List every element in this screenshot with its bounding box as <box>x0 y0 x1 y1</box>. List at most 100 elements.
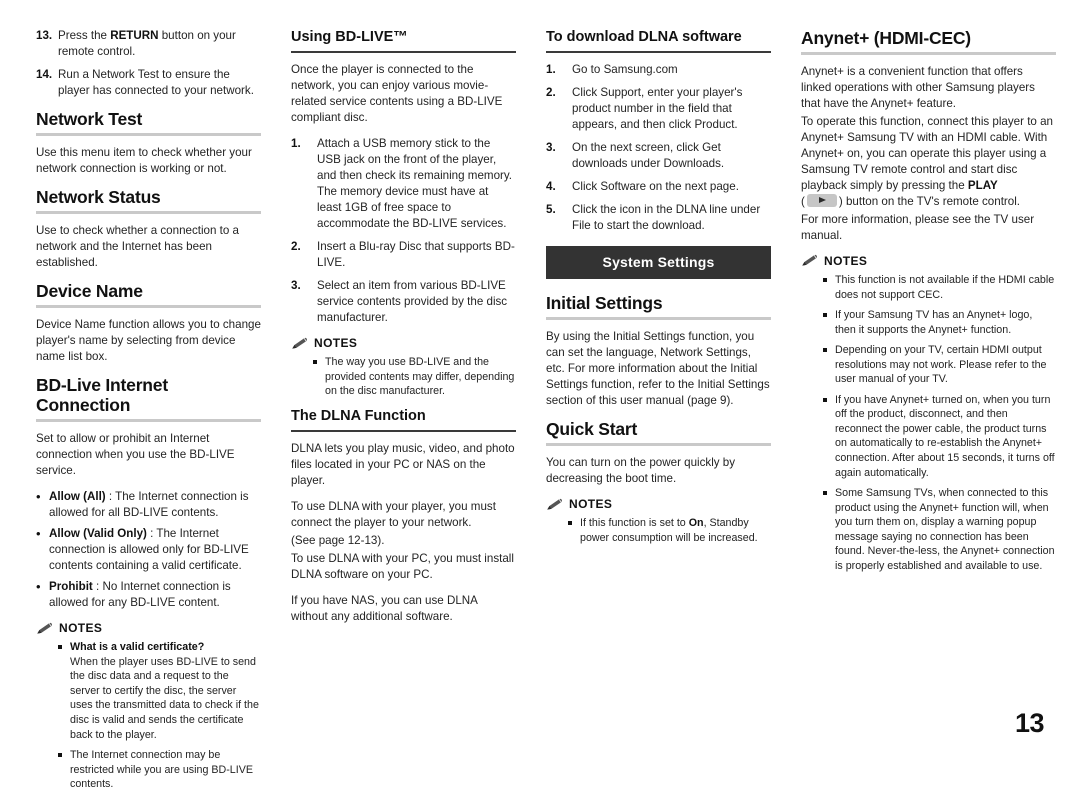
list-item: Depending on your TV, certain HDMI outpu… <box>823 343 1056 387</box>
list-item: 1. Attach a USB memory stick to the USB … <box>291 136 516 232</box>
heading-download-dlna-software: To download DLNA software <box>546 29 742 45</box>
step-number: 5. <box>546 203 556 217</box>
continued-steps-list: 13. Press the RETURN button on your remo… <box>36 28 261 99</box>
step-number: 13. <box>36 29 53 42</box>
notes-title: NOTES <box>59 621 103 636</box>
notes-block: NOTES This function is not available if … <box>801 254 1056 573</box>
column-container: 13. Press the RETURN button on your remo… <box>36 28 1056 800</box>
column-2: Using BD-LIVE™ Once the player is connec… <box>291 28 546 635</box>
bd-live-body: Set to allow or prohibit an Internet con… <box>36 432 235 478</box>
pencil-icon <box>37 622 52 634</box>
note-bold-lead: What is a valid certificate? <box>70 641 205 654</box>
note-text: When the player uses BD-LIVE to send the… <box>70 655 259 741</box>
list-item: 1. Go to Samsung.com <box>546 62 771 78</box>
list-item: 2. Click Support, enter your player's pr… <box>546 85 771 133</box>
list-item: 13. Press the RETURN button on your remo… <box>36 28 261 60</box>
anynet-para-3: For more information, please see the TV … <box>801 212 1035 242</box>
note-text: The way you use BD-LIVE and the provided… <box>325 356 515 398</box>
heading-initial-settings: Initial Settings <box>546 293 663 314</box>
dlna-para-4: To use DLNA with your PC, you must insta… <box>291 552 514 582</box>
heading-rule <box>36 211 261 215</box>
notes-header: NOTES <box>801 254 1056 268</box>
heading-network-status: Network Status <box>36 187 161 208</box>
list-item: 5. Click the icon in the DLNA line under… <box>546 202 771 234</box>
option-label: Allow (Valid Only) <box>49 527 147 541</box>
heading-anynet-hdmi-cec: Anynet+ (HDMI-CEC) <box>801 28 971 48</box>
heading-rule <box>801 52 1056 56</box>
heading-rule <box>546 443 771 447</box>
heading-rule <box>546 317 771 321</box>
anynet-para-1: Anynet+ is a convenient function that of… <box>801 65 1035 111</box>
pencil-icon <box>802 255 817 267</box>
heading-device-name: Device Name <box>36 281 143 302</box>
heading-rule <box>291 430 516 433</box>
using-bd-live-body: Once the player is connected to the netw… <box>291 63 503 125</box>
step-number: 1. <box>291 137 301 151</box>
column-1: 13. Press the RETURN button on your remo… <box>36 28 291 800</box>
network-test-body: Use this menu item to check whether your… <box>36 146 252 176</box>
list-item: 3. Select an item from various BD-LIVE s… <box>291 278 516 326</box>
anynet-para-2-post: ) button on the TV's remote control. <box>838 195 1021 208</box>
initial-settings-body: By using the Initial Settings function, … <box>546 330 770 408</box>
download-dlna-steps: 1. Go to Samsung.com 2. Click Support, e… <box>546 62 771 234</box>
step-text: Click Software on the next page. <box>572 180 739 194</box>
heading-network-test: Network Test <box>36 108 143 129</box>
note-text: Depending on your TV, certain HDMI outpu… <box>835 344 1047 386</box>
step-number: 1. <box>546 63 556 77</box>
step-number: 2. <box>291 240 301 254</box>
quick-start-body: You can turn on the power quickly by dec… <box>546 456 736 486</box>
page-number: 13 <box>1014 708 1045 738</box>
anynet-paren-open: ( <box>801 195 805 208</box>
note-text: If your Samsung TV has an Anynet+ logo, … <box>835 309 1033 336</box>
step-text: Insert a Blu-ray Disc that supports BD-L… <box>317 240 515 270</box>
heading-using-bd-live: Using BD-LIVE™ <box>291 29 408 45</box>
notes-header: NOTES <box>291 336 516 350</box>
note-text-pre: If this function is set to <box>580 517 689 530</box>
step-number: 4. <box>546 180 556 194</box>
pencil-icon <box>547 498 562 510</box>
step-text: Select an item from various BD-LIVE serv… <box>317 279 508 325</box>
heading-dlna-function-wrap: The DLNA Function <box>291 407 516 433</box>
dlna-para-2: To use DLNA with your player, you must c… <box>291 500 496 530</box>
list-item: Allow (Valid Only) : The Internet connec… <box>36 525 261 574</box>
anynet-para-2-pre: To operate this function, connect this p… <box>801 115 1053 193</box>
anynet-para-2: To operate this function, connect this p… <box>801 114 1056 210</box>
play-button-key-icon <box>806 194 837 207</box>
heading-using-bd-live-wrap: Using BD-LIVE™ <box>291 28 516 54</box>
note-text: The Internet connection may be restricte… <box>70 749 253 791</box>
column-4: Anynet+ (HDMI-CEC) Anynet+ is a convenie… <box>801 28 1056 581</box>
list-item: If this function is set to On, Standby p… <box>568 516 771 545</box>
note-text-bold: On <box>688 517 704 530</box>
notes-header: NOTES <box>546 497 771 511</box>
note-text: Some Samsung TVs, when connected to this… <box>835 487 1055 572</box>
bd-live-options-list: Allow (All) : The Internet connection is… <box>36 488 261 611</box>
list-item: What is a valid certificate? When the pl… <box>58 640 261 742</box>
step-text: Run a Network Test to ensure the player … <box>58 67 254 97</box>
step-text: Attach a USB memory stick to the USB jac… <box>317 137 513 231</box>
list-item: Prohibit : No Internet connection is all… <box>36 578 261 611</box>
notes-block: NOTES What is a valid certificate? When … <box>36 621 261 791</box>
step-text: Go to Samsung.com <box>572 63 678 77</box>
manual-page: 13. Press the RETURN button on your remo… <box>0 0 1080 790</box>
heading-rule <box>36 419 261 423</box>
notes-title: NOTES <box>314 336 358 351</box>
notes-list: The way you use BD-LIVE and the provided… <box>291 355 516 399</box>
column-3: To download DLNA software 1. Go to Samsu… <box>546 28 801 553</box>
step-text: Click Support, enter your player's produ… <box>572 86 743 132</box>
option-label: Allow (All) <box>49 490 106 504</box>
step-text-pre: Press the <box>58 29 111 42</box>
heading-rule <box>291 51 516 54</box>
notes-block: NOTES The way you use BD-LIVE and the pr… <box>291 336 516 399</box>
step-number: 14. <box>36 67 53 81</box>
heading-rule <box>36 305 261 309</box>
step-text: Click the icon in the DLNA line under Fi… <box>572 203 761 233</box>
heading-bd-live-internet-connection: BD-Live Internet Connection <box>36 375 168 416</box>
notes-list: If this function is set to On, Standby p… <box>546 516 771 545</box>
list-item: 14. Run a Network Test to ensure the pla… <box>36 67 261 99</box>
heading-rule <box>546 51 771 54</box>
list-item: The Internet connection may be restricte… <box>58 748 261 792</box>
step-text: On the next screen, click Get downloads … <box>572 141 725 171</box>
step-text-bold: RETURN <box>110 29 159 42</box>
section-banner-system-settings: System Settings <box>546 246 771 280</box>
heading-quick-start: Quick Start <box>546 419 638 440</box>
